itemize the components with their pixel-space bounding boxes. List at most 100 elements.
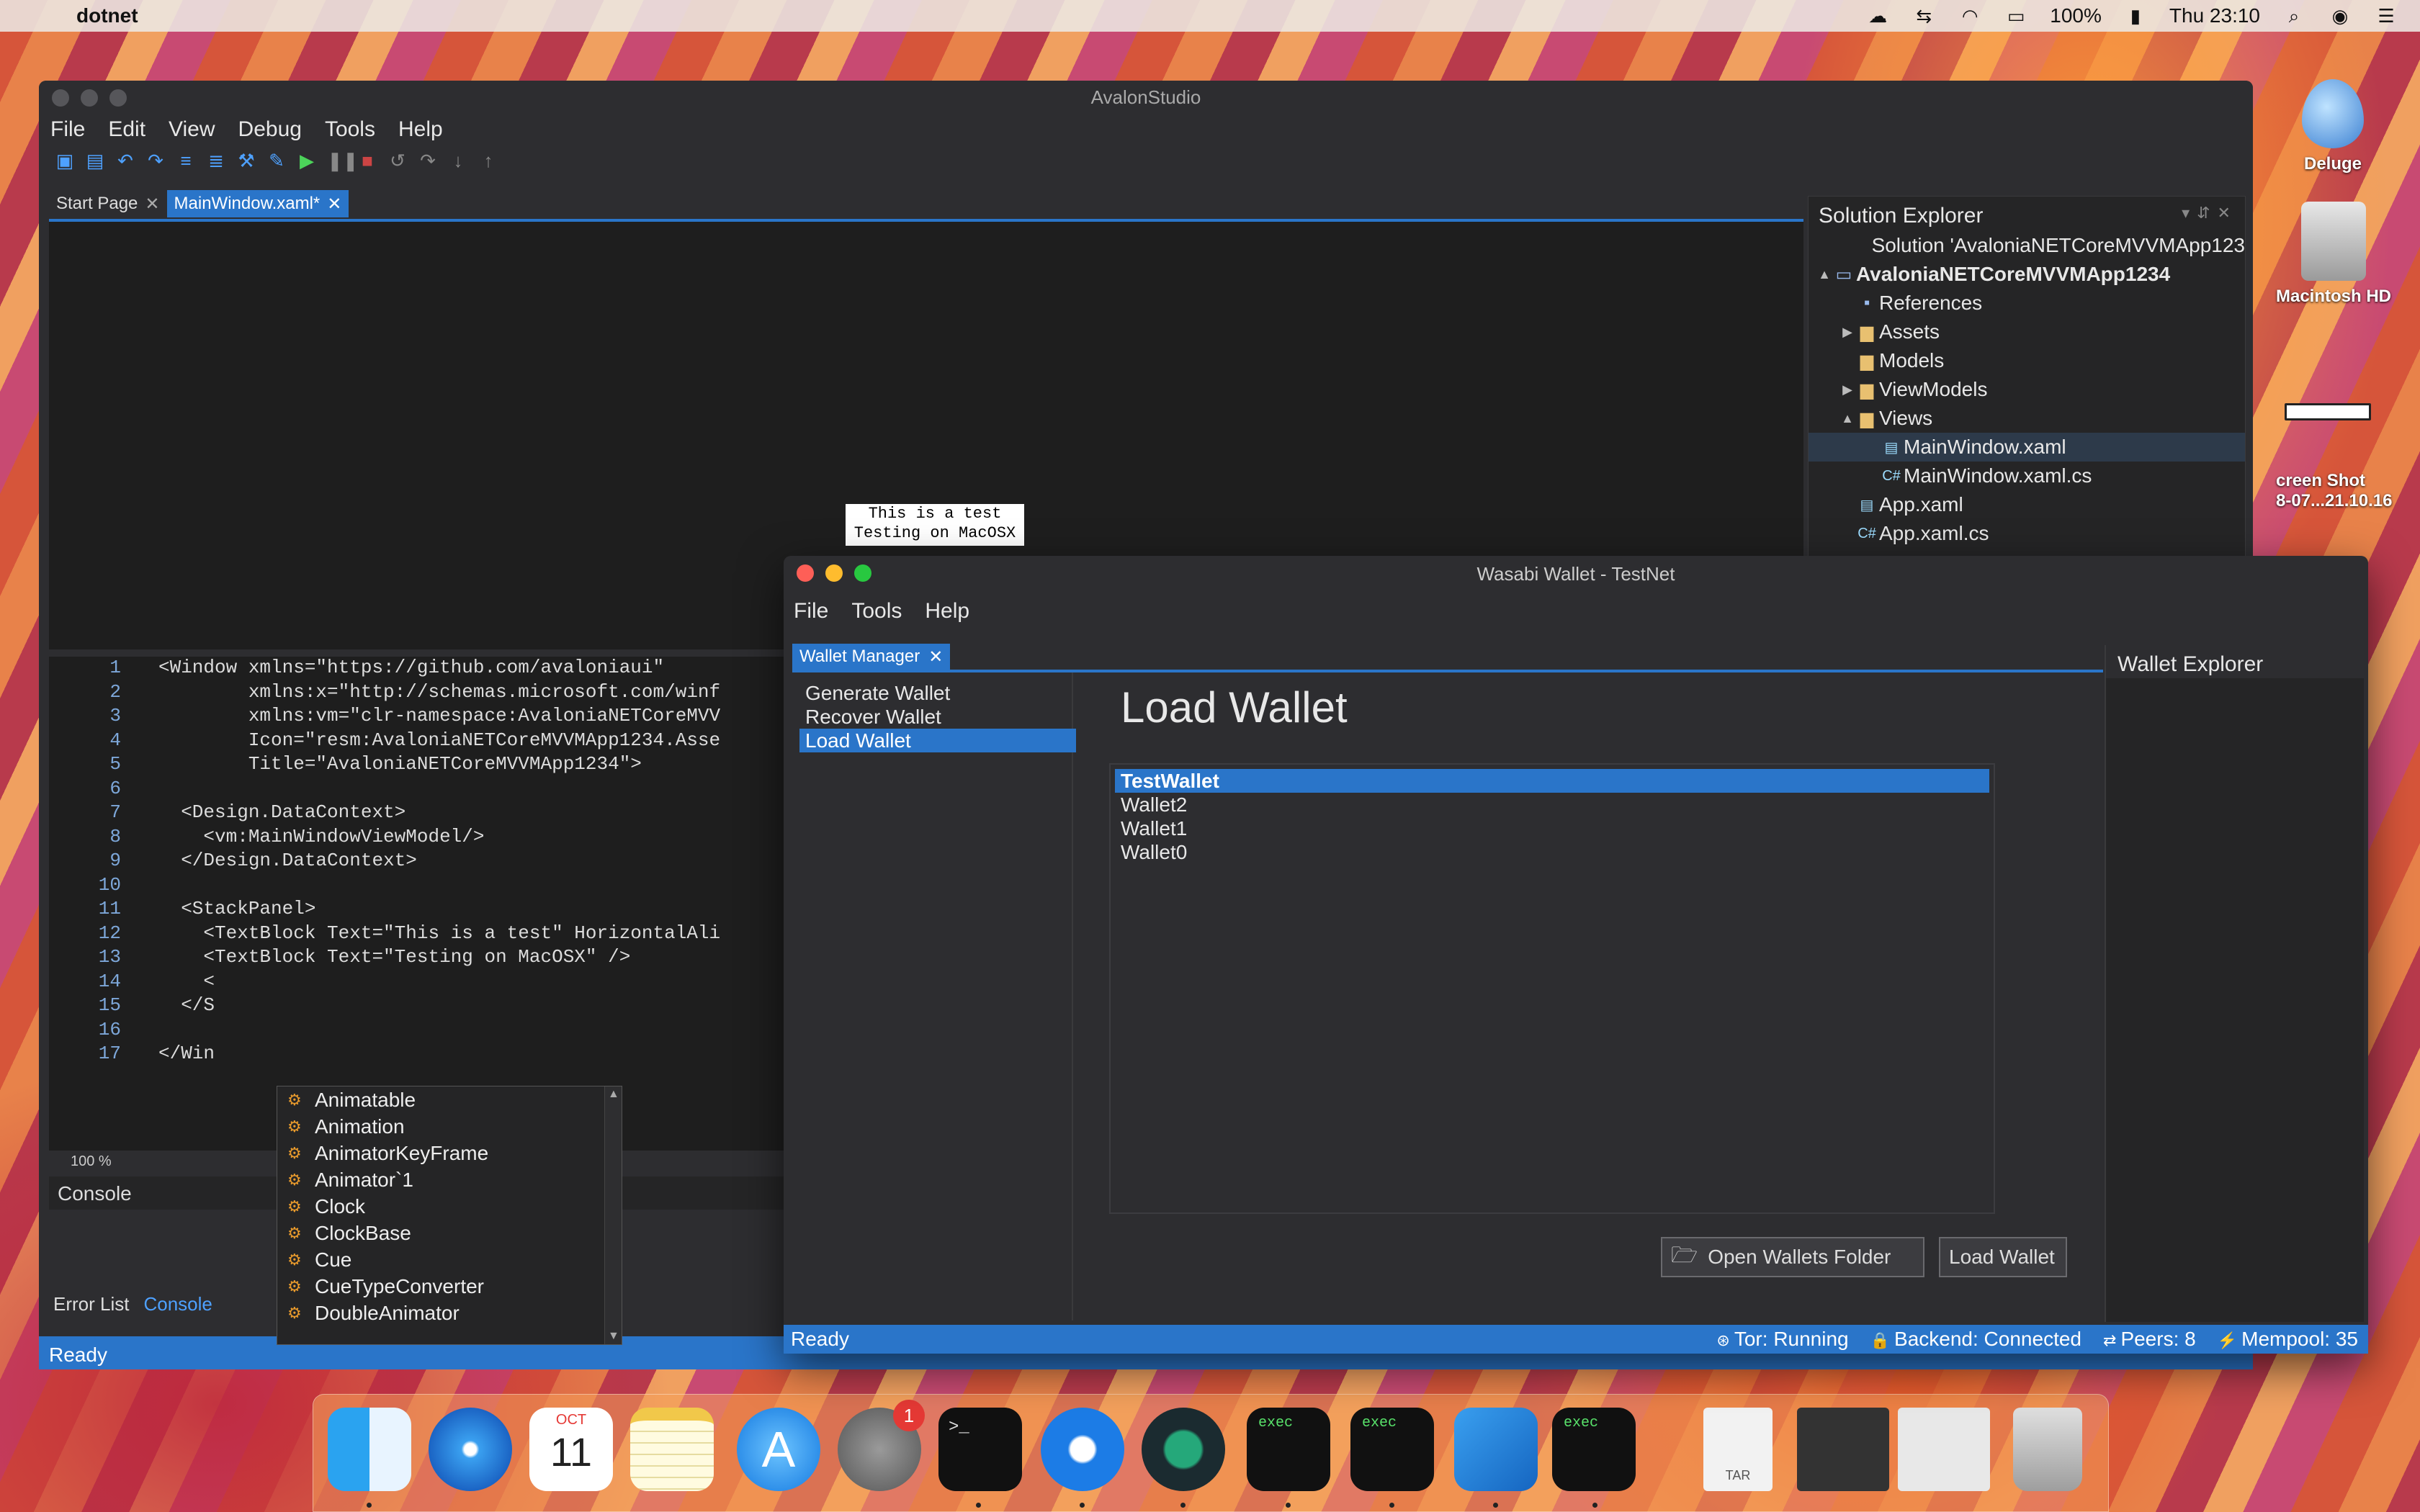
desktop-icon-macintosh-hd[interactable]: Macintosh HD bbox=[2262, 202, 2406, 307]
code-line[interactable]: 12 <TextBlock Text="This is a test" Hori… bbox=[49, 922, 798, 947]
tree-item[interactable]: C# App.xaml.cs bbox=[1809, 519, 2245, 548]
code-line[interactable]: 9 </Design.DataContext> bbox=[49, 850, 798, 874]
tree-item[interactable]: ▤ MainWindow.xaml bbox=[1809, 433, 2245, 462]
desktop-icon-screenshot[interactable]: creen Shot 8-07...21.10.16 bbox=[2276, 403, 2420, 511]
close-tab-icon[interactable]: ✕ bbox=[145, 194, 159, 215]
menu-edit[interactable]: Edit bbox=[108, 117, 145, 142]
menu-debug[interactable]: Debug bbox=[238, 117, 302, 142]
wallet-list[interactable]: TestWallet Wallet2 Wallet1 Wallet0 bbox=[1109, 763, 1995, 1214]
safari-icon[interactable] bbox=[429, 1408, 512, 1491]
window-thumbnail-icon[interactable] bbox=[1797, 1408, 1889, 1491]
desktop-icon-deluge[interactable]: Deluge bbox=[2286, 79, 2380, 174]
uncomment-icon[interactable]: ≣ bbox=[206, 150, 226, 171]
open-wallets-folder-button[interactable]: 🗁 Open Wallets Folder bbox=[1661, 1237, 1924, 1277]
finder-icon[interactable] bbox=[328, 1408, 411, 1491]
code-line[interactable]: 16 bbox=[49, 1019, 798, 1043]
completion-item[interactable]: ⚙ ClockBase bbox=[277, 1220, 622, 1246]
cloud-icon[interactable]: ☁ bbox=[1865, 6, 1890, 26]
menu-file[interactable]: File bbox=[50, 117, 85, 142]
teamviewer-icon[interactable]: ⇆ bbox=[1912, 6, 1936, 26]
clean-icon[interactable]: ✎ bbox=[266, 150, 287, 171]
code-line[interactable]: 2 xmlns:x="http://schemas.microsoft.com/… bbox=[49, 681, 798, 706]
wallet-list-item[interactable]: Wallet2 bbox=[1115, 793, 1989, 816]
tree-item[interactable]: ▲ ▆ Views bbox=[1809, 404, 2245, 433]
notification-center-icon[interactable]: ☰ bbox=[2374, 6, 2398, 26]
scroll-up-icon[interactable]: ▲ bbox=[608, 1088, 619, 1101]
stop-icon[interactable]: ■ bbox=[357, 150, 377, 171]
menu-file[interactable]: File bbox=[794, 599, 828, 624]
completion-item[interactable]: ⚙ CueTypeConverter bbox=[277, 1273, 622, 1300]
notes-icon[interactable] bbox=[630, 1408, 714, 1491]
completion-item[interactable]: ⚙ Cue bbox=[277, 1246, 622, 1273]
wasabi-title-bar[interactable]: Wasabi Wallet - TestNet bbox=[784, 556, 2368, 593]
code-line[interactable]: 15 </S bbox=[49, 994, 798, 1019]
completion-item[interactable]: ⚙ Clock bbox=[277, 1193, 622, 1220]
menu-view[interactable]: View bbox=[169, 117, 215, 142]
menu-tools[interactable]: Tools bbox=[325, 117, 375, 142]
completion-scrollbar[interactable]: ▲ ▼ bbox=[604, 1086, 622, 1344]
trash-icon[interactable] bbox=[2013, 1408, 2082, 1491]
wallet-list-item[interactable]: Wallet0 bbox=[1115, 840, 1989, 864]
code-line[interactable]: 6 bbox=[49, 778, 798, 802]
code-line[interactable]: 13 <TextBlock Text="Testing on MacOSX" /… bbox=[49, 946, 798, 971]
battery-percent[interactable]: 100% bbox=[2050, 4, 2102, 27]
code-line[interactable]: 4 Icon="resm:AvaloniaNETCoreMVVMApp1234.… bbox=[49, 729, 798, 754]
tab-console[interactable]: Console bbox=[143, 1293, 212, 1315]
menu-help[interactable]: Help bbox=[925, 599, 969, 624]
teamviewer-icon[interactable] bbox=[1041, 1408, 1124, 1491]
terminal-icon[interactable]: >_ bbox=[938, 1408, 1022, 1491]
code-line[interactable]: 8 <vm:MainWindowViewModel/> bbox=[49, 826, 798, 850]
tab-wallet-manager[interactable]: Wallet Manager ✕ bbox=[792, 644, 951, 670]
code-editor[interactable]: 1 <Window xmlns="https://github.com/avalo… bbox=[49, 657, 798, 1151]
app-store-icon[interactable]: A bbox=[737, 1408, 820, 1491]
nav-load-wallet[interactable]: Load Wallet bbox=[799, 729, 1076, 752]
tab-start-page[interactable]: Start Page ✕ bbox=[49, 190, 167, 217]
siri-icon[interactable]: ◉ bbox=[2328, 6, 2352, 26]
completion-item[interactable]: ⚙ DoubleAnimator bbox=[277, 1300, 622, 1326]
tree-item[interactable]: ▪ References bbox=[1809, 289, 2245, 318]
menu-tools[interactable]: Tools bbox=[851, 599, 902, 624]
code-line[interactable]: 14 < bbox=[49, 971, 798, 995]
code-line[interactable]: 7 <Design.DataContext> bbox=[49, 801, 798, 826]
close-tab-icon[interactable]: ✕ bbox=[327, 194, 341, 215]
airplay-icon[interactable]: ▭ bbox=[2004, 6, 2028, 26]
code-line[interactable]: 17 </Win bbox=[49, 1043, 798, 1067]
tree-item[interactable]: ▆ Models bbox=[1809, 346, 2245, 375]
wifi-icon[interactable]: ◠ bbox=[1958, 6, 1982, 26]
completion-item[interactable]: ⚙ AnimatorKeyFrame bbox=[277, 1140, 622, 1166]
start-debug-icon[interactable]: ▶ bbox=[297, 150, 317, 171]
save-icon[interactable]: ▣ bbox=[55, 150, 75, 171]
expander-icon[interactable]: ▲ bbox=[1817, 267, 1832, 282]
undo-icon[interactable]: ↶ bbox=[115, 150, 135, 171]
pause-icon[interactable]: ❚❚ bbox=[327, 150, 359, 171]
completion-item[interactable]: ⚙ Animator`1 bbox=[277, 1166, 622, 1193]
tree-item[interactable]: Solution 'AvaloniaNETCoreMVVMApp123 bbox=[1809, 231, 2245, 260]
tree-item[interactable]: ▶ ▆ ViewModels bbox=[1809, 375, 2245, 404]
completion-item[interactable]: ⚙ Animatable bbox=[277, 1086, 622, 1113]
gitkraken-icon[interactable] bbox=[1142, 1408, 1225, 1491]
exec-terminal-icon[interactable]: exec bbox=[1247, 1408, 1330, 1491]
tab-error-list[interactable]: Error List bbox=[53, 1293, 129, 1315]
window-thumbnail-icon[interactable] bbox=[1898, 1408, 1990, 1491]
code-line[interactable]: 10 bbox=[49, 874, 798, 899]
build-icon[interactable]: ⚒ bbox=[236, 150, 256, 171]
battery-icon[interactable]: ▮ bbox=[2123, 6, 2148, 26]
calendar-icon[interactable]: OCT 11 bbox=[529, 1408, 613, 1491]
nav-generate-wallet[interactable]: Generate Wallet bbox=[792, 681, 1072, 705]
code-line[interactable]: 1 <Window xmlns="https://github.com/avalo… bbox=[49, 657, 798, 681]
exec-terminal-icon[interactable]: exec bbox=[1552, 1408, 1636, 1491]
expander-icon[interactable]: ▶ bbox=[1840, 382, 1855, 397]
vscode-icon[interactable] bbox=[1454, 1408, 1538, 1491]
clock[interactable]: Thu 23:10 bbox=[2169, 4, 2260, 27]
redo-icon[interactable]: ↷ bbox=[145, 150, 166, 171]
exec-terminal-icon[interactable]: exec bbox=[1350, 1408, 1434, 1491]
step-out-icon[interactable]: ↑ bbox=[478, 150, 498, 171]
menu-help[interactable]: Help bbox=[398, 117, 443, 142]
comment-icon[interactable]: ≡ bbox=[176, 150, 196, 171]
scroll-down-icon[interactable]: ▼ bbox=[608, 1330, 619, 1343]
wallet-list-item[interactable]: TestWallet bbox=[1115, 769, 1989, 793]
wallet-list-item[interactable]: Wallet1 bbox=[1115, 816, 1989, 840]
restart-icon[interactable]: ↺ bbox=[387, 150, 408, 171]
intellisense-completion-list[interactable]: ⚙ Animatable ⚙ Animation ⚙ AnimatorKeyFrame ⚙ A… bbox=[277, 1086, 622, 1345]
panel-controls[interactable]: ▾⇵✕ bbox=[2182, 204, 2238, 222]
